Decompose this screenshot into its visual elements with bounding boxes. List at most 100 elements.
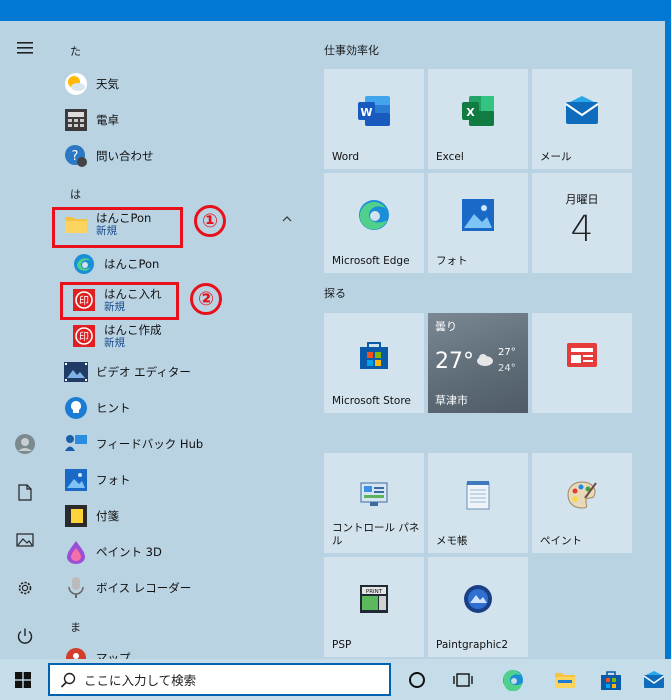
app-label: 問い合わせ — [96, 149, 154, 163]
tile-weather[interactable]: 曇り 27° 27° 24° 草津市 — [428, 313, 528, 413]
tile-label: Microsoft Store — [332, 395, 411, 407]
app-contact-support[interactable]: ? 問い合わせ — [62, 139, 302, 173]
app-label: フォト — [96, 473, 131, 487]
tile-label: メール — [540, 151, 572, 163]
app-list: た 天気 電卓 ? 問い合わせ は はんこPon 新規 はんこPon 印 はんこ… — [50, 21, 310, 659]
tile-photos[interactable]: フォト — [428, 173, 528, 273]
weather-temp: 27° — [435, 349, 474, 374]
app-video-editor[interactable]: ビデオ エディター — [62, 355, 302, 389]
tile-calendar[interactable]: 月曜日 4 — [532, 173, 632, 273]
app-label: マップ — [96, 651, 131, 659]
svg-text:印: 印 — [79, 331, 89, 343]
app-label: 天気 — [96, 77, 119, 91]
store-icon — [358, 339, 390, 375]
letter-header-ta[interactable]: た — [70, 43, 81, 59]
app-maps[interactable]: マップ — [62, 641, 302, 659]
windows-start-icon[interactable] — [2, 659, 44, 700]
search-input[interactable]: ここに入力して検索 — [48, 663, 391, 696]
tile-label: コントロール パネル — [332, 522, 420, 547]
file-explorer-icon[interactable] — [544, 659, 586, 700]
app-voice-recorder[interactable]: ボイス レコーダー — [62, 571, 302, 605]
cortana-icon[interactable] — [396, 659, 438, 700]
sticky-notes-icon — [64, 504, 88, 528]
app-photos[interactable]: フォト — [62, 463, 302, 497]
start-rail — [0, 21, 50, 659]
hanko-stamp-icon: 印 — [72, 324, 96, 348]
app-calculator[interactable]: 電卓 — [62, 103, 302, 137]
start-menu: た 天気 電卓 ? 問い合わせ は はんこPon 新規 はんこPon 印 はんこ… — [0, 21, 665, 659]
app-label: ペイント 3D — [96, 545, 162, 559]
tile-control-panel[interactable]: コントロール パネル — [324, 453, 424, 553]
app-feedback-hub[interactable]: フィードバック Hub — [62, 427, 302, 461]
tile-label: メモ帳 — [436, 535, 468, 547]
weather-cloud-icon — [476, 351, 494, 370]
app-tips[interactable]: ヒント — [62, 391, 302, 425]
paintgraphic-icon — [462, 583, 494, 619]
letter-header-ma[interactable]: ま — [70, 619, 81, 635]
tile-paint[interactable]: ペイント — [532, 453, 632, 553]
store-icon[interactable] — [590, 659, 632, 700]
tile-paintgraphic[interactable]: Paintgraphic2 — [428, 557, 528, 657]
search-icon — [60, 672, 76, 688]
svg-text:W: W — [360, 106, 372, 119]
new-badge: 新規 — [104, 336, 125, 349]
psp-icon: PRINT — [358, 583, 390, 619]
microphone-icon — [64, 576, 88, 600]
chevron-up-icon[interactable] — [282, 215, 292, 226]
tile-news[interactable] — [532, 313, 632, 413]
tile-mail[interactable]: メール — [532, 69, 632, 169]
calendar-day: 月曜日 — [565, 193, 599, 206]
weather-condition: 曇り — [435, 320, 457, 333]
tile-label: Microsoft Edge — [332, 255, 410, 267]
tile-edge[interactable]: Microsoft Edge — [324, 173, 424, 273]
app-label: ヒント — [96, 401, 131, 415]
letter-header-ha[interactable]: は — [70, 186, 81, 202]
tile-excel[interactable]: X Excel — [428, 69, 528, 169]
app-hanko-pon[interactable]: はんこPon — [70, 247, 310, 281]
contact-support-icon: ? — [64, 144, 88, 168]
annotation-box-2 — [60, 282, 179, 320]
document-icon[interactable] — [10, 477, 40, 507]
weather-icon — [64, 72, 88, 96]
pictures-icon[interactable] — [10, 525, 40, 555]
app-label: はんこPon — [104, 257, 160, 271]
svg-text:X: X — [466, 106, 475, 119]
tile-notepad[interactable]: メモ帳 — [428, 453, 528, 553]
tile-label: ペイント — [540, 535, 582, 547]
settings-icon[interactable] — [10, 573, 40, 603]
app-label: はんこ作成 — [104, 322, 162, 337]
hamburger-icon[interactable] — [10, 33, 40, 63]
tile-microsoft-store[interactable]: Microsoft Store — [324, 313, 424, 413]
app-label: ボイス レコーダー — [96, 581, 192, 595]
app-sticky-notes[interactable]: 付箋 — [62, 499, 302, 533]
power-icon[interactable] — [10, 621, 40, 651]
weather-city: 草津市 — [435, 394, 468, 407]
app-paint-3d[interactable]: ペイント 3D — [62, 535, 302, 569]
app-hanko-sakusei[interactable]: 印 はんこ作成 新規 — [70, 319, 310, 353]
paint-3d-icon — [64, 540, 88, 564]
tile-label: Excel — [436, 151, 464, 163]
edge-icon — [357, 198, 391, 236]
photos-icon — [64, 468, 88, 492]
app-weather[interactable]: 天気 — [62, 67, 302, 101]
app-text: はんこ作成 新規 — [104, 323, 162, 350]
annotation-number-1: ① — [194, 205, 226, 237]
tile-label: フォト — [436, 255, 468, 267]
calendar-date: 4 — [570, 209, 594, 250]
mail-icon[interactable] — [636, 659, 671, 700]
task-view-icon[interactable] — [442, 659, 484, 700]
group-title-productivity[interactable]: 仕事効率化 — [324, 42, 379, 58]
mail-icon — [565, 96, 599, 130]
weather-high: 27° — [498, 347, 516, 358]
edge-icon — [72, 252, 96, 276]
svg-text:PRINT: PRINT — [366, 589, 383, 595]
feedback-hub-icon — [64, 432, 88, 456]
tile-word[interactable]: W Word — [324, 69, 424, 169]
tile-psp[interactable]: PRINT PSP — [324, 557, 424, 657]
excel-icon: X — [461, 95, 495, 131]
user-avatar-icon[interactable] — [10, 429, 40, 459]
group-title-explore[interactable]: 探る — [324, 285, 346, 301]
edge-icon[interactable] — [492, 659, 534, 700]
app-label: ビデオ エディター — [96, 365, 191, 379]
notepad-icon — [463, 479, 493, 515]
